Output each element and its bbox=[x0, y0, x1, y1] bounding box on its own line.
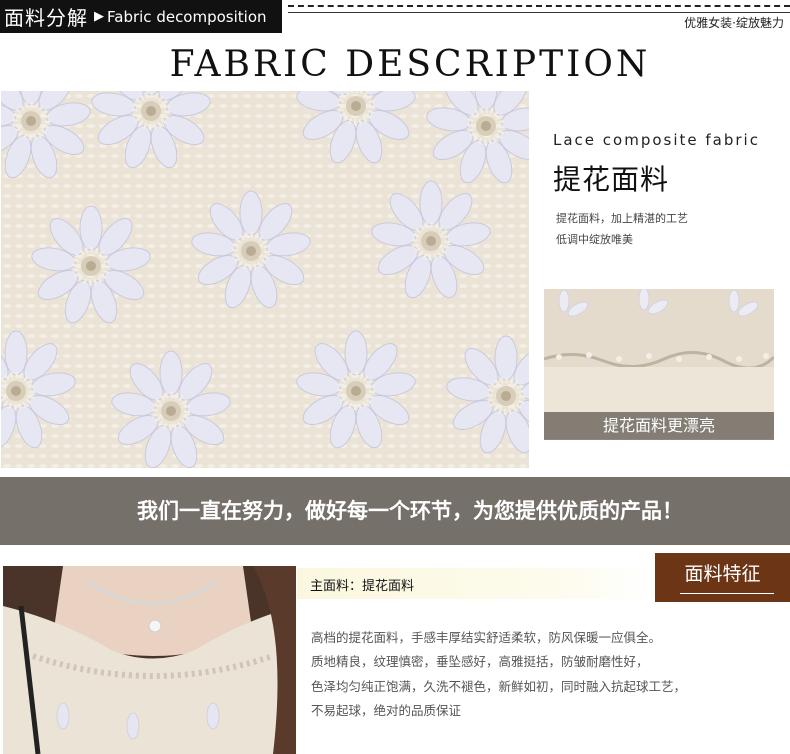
fabric-desc-line: 低调中绽放唯美 bbox=[556, 233, 633, 246]
feature-label: 面料特征 bbox=[684, 563, 761, 585]
fabric-closeup-image bbox=[1, 91, 529, 468]
fabric-name-cn: 提花面料 bbox=[553, 163, 670, 196]
tagline: 优雅女装·绽放魅力 bbox=[684, 16, 784, 30]
main-fabric-label: 主面料：提花面料 bbox=[310, 579, 415, 594]
section-header: 面料分解 ▶ Fabric decomposition bbox=[0, 0, 282, 33]
dashed-divider bbox=[288, 5, 790, 7]
arrow-icon: ▶ bbox=[94, 9, 104, 24]
section-title-en: Fabric decomposition bbox=[107, 7, 267, 26]
model-neckline-image bbox=[3, 566, 296, 754]
page-title: FABRIC DESCRIPTION bbox=[169, 44, 651, 85]
feature-line: 高档的提花面料，手感丰厚结实舒适柔软，防风保暖一应俱全。 bbox=[311, 630, 662, 645]
image-caption: 提花面料更漂亮 bbox=[544, 412, 774, 440]
feature-line: 不易起球，绝对的品质保证 bbox=[311, 703, 462, 718]
solid-divider bbox=[288, 12, 790, 13]
fabric-name-en: Lace composite fabric bbox=[553, 131, 760, 149]
feature-line: 质地精良，纹理慎密，垂坠感好，高雅挺括，防皱耐磨性好， bbox=[311, 654, 649, 669]
label-underline bbox=[680, 593, 774, 594]
feature-line: 色泽均匀纯正饱满，久洗不褪色，新鲜如初，同时融入抗起球工艺， bbox=[311, 679, 687, 694]
slogan-text: 我们一直在努力，做好每一个环节，为您提供优质的产品！ bbox=[137, 499, 683, 523]
fabric-desc-line: 提花面料，加上精湛的工艺 bbox=[556, 212, 688, 225]
section-title-cn: 面料分解 bbox=[4, 6, 88, 30]
